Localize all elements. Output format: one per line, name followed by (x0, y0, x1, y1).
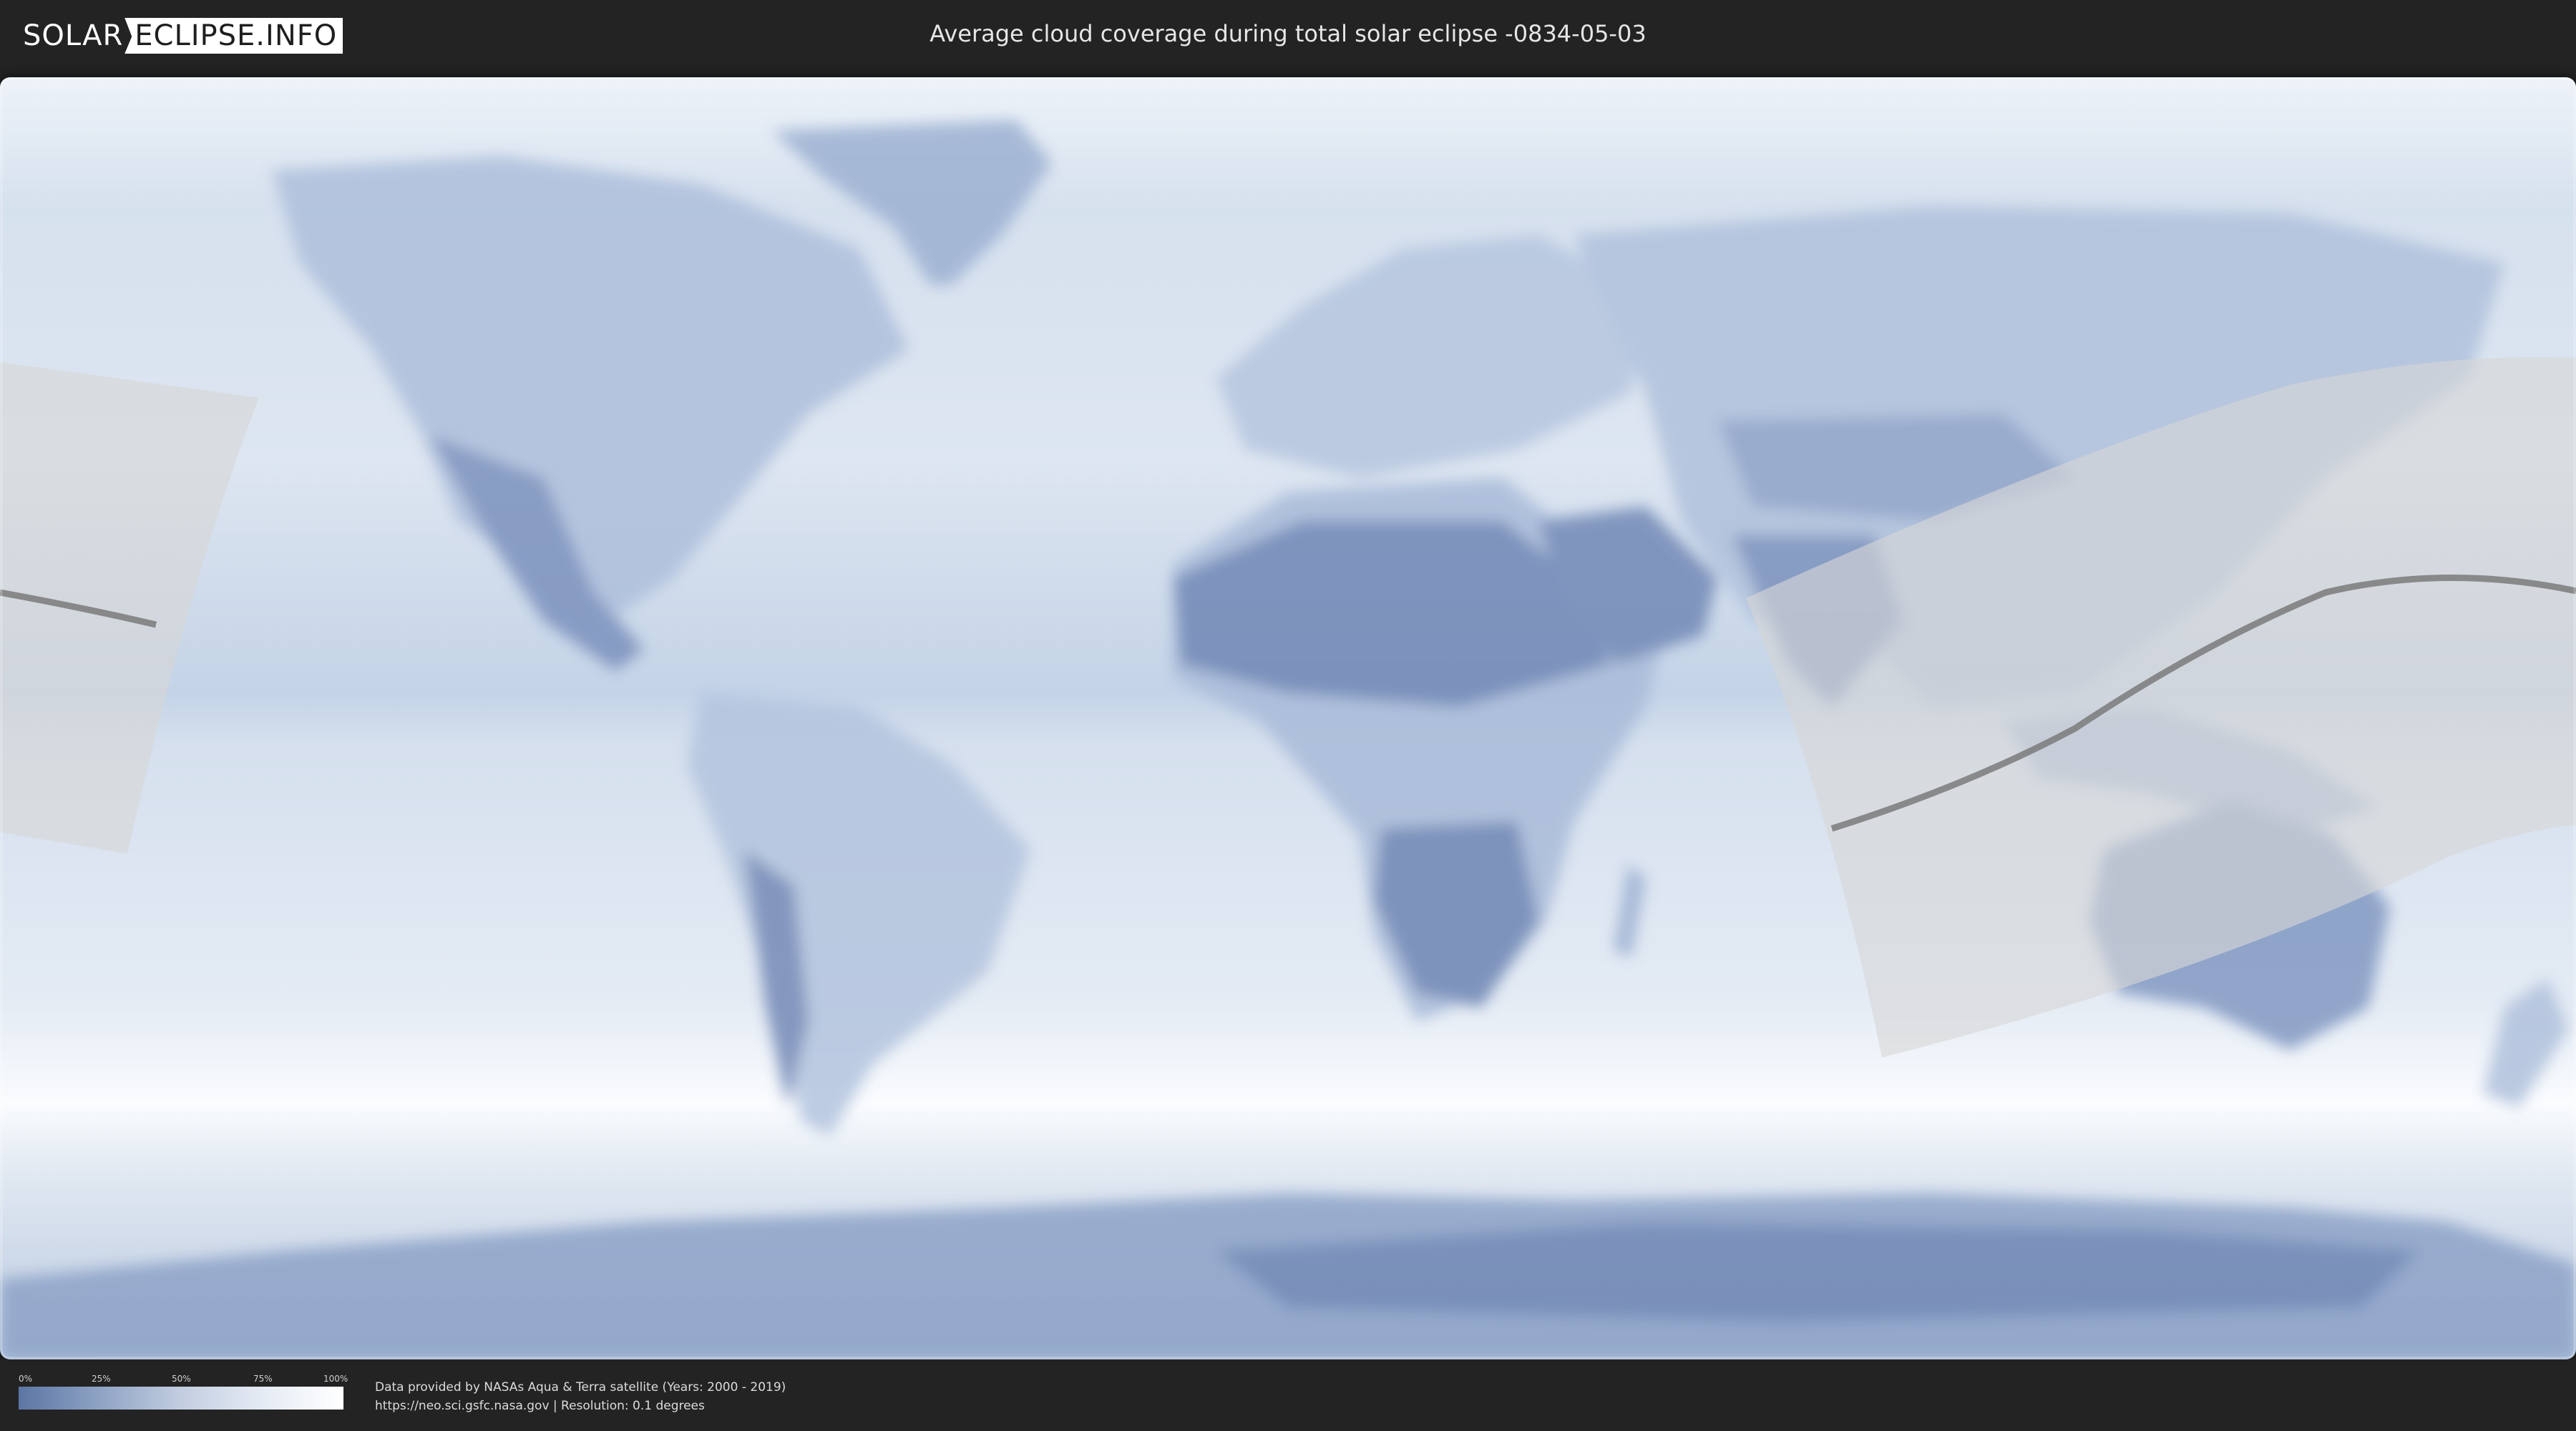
legend-tick-50: 50% (172, 1374, 191, 1384)
legend-color-bar (19, 1387, 343, 1410)
data-credits: Data provided by NASAs Aqua & Terra sate… (375, 1378, 786, 1415)
legend-tick-25: 25% (92, 1374, 111, 1384)
credit-line: Data provided by NASAs Aqua & Terra sate… (375, 1380, 786, 1395)
legend-ticks: 0% 25% 50% 75% 100% (19, 1374, 348, 1387)
legend-tick-75: 75% (253, 1374, 273, 1384)
legend-tick-100: 100% (323, 1374, 348, 1384)
source-line[interactable]: https://neo.sci.gsfc.nasa.gov | Resoluti… (375, 1397, 786, 1415)
legend-tick-0: 0% (19, 1374, 33, 1384)
footer-bar: 0% 25% 50% 75% 100% Data provided by NAS… (0, 1359, 2576, 1431)
cloud-coverage-legend: 0% 25% 50% 75% 100% (19, 1374, 348, 1410)
header-bar: SOLAR ECLIPSE.INFO Average cloud coverag… (0, 0, 2576, 72)
cloud-coverage-map[interactable] (0, 77, 2576, 1359)
page-title: Average cloud coverage during total sola… (930, 20, 1646, 47)
